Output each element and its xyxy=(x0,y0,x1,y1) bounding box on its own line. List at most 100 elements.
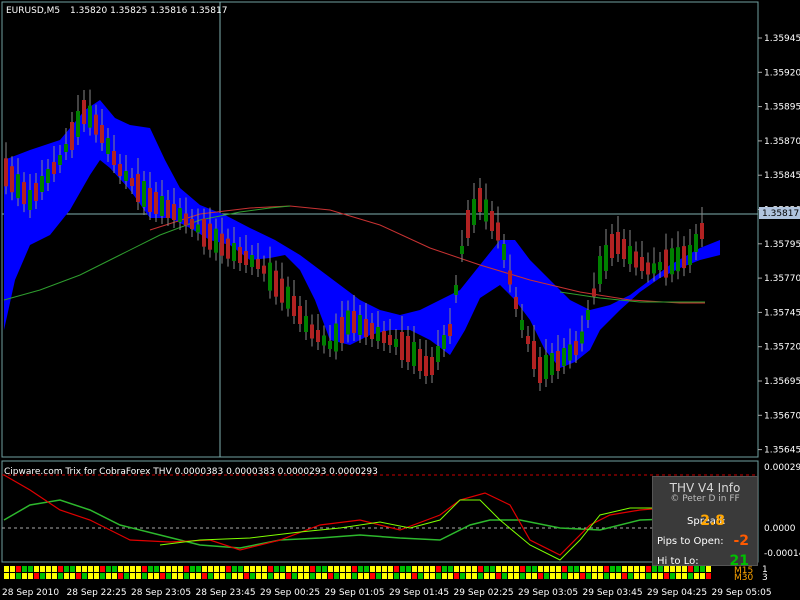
candle-body[interactable] xyxy=(418,349,422,371)
candle-body[interactable] xyxy=(118,164,122,176)
candle-body[interactable] xyxy=(514,297,518,309)
candle-body[interactable] xyxy=(10,166,14,193)
candle-body[interactable] xyxy=(394,339,398,347)
candle-body[interactable] xyxy=(676,247,680,272)
candle-body[interactable] xyxy=(250,255,254,267)
candle-body[interactable] xyxy=(436,346,440,362)
candle-body[interactable] xyxy=(460,246,464,254)
candle-body[interactable] xyxy=(202,218,206,247)
candle-body[interactable] xyxy=(508,270,512,285)
candle-body[interactable] xyxy=(274,270,278,297)
candle-body[interactable] xyxy=(478,188,482,212)
candle-body[interactable] xyxy=(76,111,80,137)
candle-body[interactable] xyxy=(640,257,644,271)
candle-body[interactable] xyxy=(142,181,146,207)
candle-body[interactable] xyxy=(160,196,164,216)
candle-body[interactable] xyxy=(466,210,470,238)
candle-body[interactable] xyxy=(124,171,128,181)
candle-body[interactable] xyxy=(688,245,692,265)
candle-body[interactable] xyxy=(178,208,182,222)
candle-body[interactable] xyxy=(670,248,674,275)
candle-body[interactable] xyxy=(646,262,650,275)
candle-body[interactable] xyxy=(556,351,560,371)
candle-body[interactable] xyxy=(238,247,242,263)
candle-body[interactable] xyxy=(616,232,620,254)
candle-body[interactable] xyxy=(286,286,290,309)
candle-body[interactable] xyxy=(388,335,392,345)
candle-body[interactable] xyxy=(454,285,458,295)
candle-body[interactable] xyxy=(334,323,338,352)
candle-body[interactable] xyxy=(424,356,428,376)
candle-body[interactable] xyxy=(40,176,44,192)
candle-body[interactable] xyxy=(544,355,548,379)
candle-body[interactable] xyxy=(328,341,332,349)
candle-body[interactable] xyxy=(364,319,368,337)
candle-body[interactable] xyxy=(592,288,596,297)
candle-body[interactable] xyxy=(94,114,98,135)
candle-body[interactable] xyxy=(358,315,362,335)
candle-body[interactable] xyxy=(484,199,488,222)
candle-body[interactable] xyxy=(352,311,356,333)
candle-body[interactable] xyxy=(70,122,74,150)
candle-body[interactable] xyxy=(310,324,314,339)
candle-body[interactable] xyxy=(46,169,50,183)
candle-body[interactable] xyxy=(526,336,530,344)
candle-body[interactable] xyxy=(304,316,308,332)
candle-body[interactable] xyxy=(244,251,248,265)
candle-body[interactable] xyxy=(520,320,524,330)
candle-body[interactable] xyxy=(172,204,176,220)
candle-body[interactable] xyxy=(448,324,452,336)
candle-body[interactable] xyxy=(52,162,56,174)
candle-body[interactable] xyxy=(406,336,410,362)
candle-body[interactable] xyxy=(28,190,32,210)
candle-body[interactable] xyxy=(442,335,446,349)
candle-body[interactable] xyxy=(190,219,194,229)
candle-body[interactable] xyxy=(184,213,188,226)
candle-body[interactable] xyxy=(604,245,608,271)
candle-body[interactable] xyxy=(226,238,230,259)
candle-body[interactable] xyxy=(412,342,416,366)
candle-body[interactable] xyxy=(550,353,554,375)
candle-body[interactable] xyxy=(562,348,566,366)
candle-body[interactable] xyxy=(112,151,116,165)
candle-body[interactable] xyxy=(574,341,578,355)
candle-body[interactable] xyxy=(58,155,62,165)
candle-body[interactable] xyxy=(196,224,200,233)
candle-body[interactable] xyxy=(400,332,404,360)
candle-body[interactable] xyxy=(322,335,326,346)
candle-body[interactable] xyxy=(694,234,698,252)
candle-body[interactable] xyxy=(634,251,638,268)
candle-body[interactable] xyxy=(292,296,296,316)
candle-body[interactable] xyxy=(268,262,272,291)
candle-body[interactable] xyxy=(16,174,20,199)
candle-body[interactable] xyxy=(490,211,494,231)
candle-body[interactable] xyxy=(4,158,8,187)
candle-body[interactable] xyxy=(382,331,386,343)
candle-body[interactable] xyxy=(370,323,374,339)
candle-body[interactable] xyxy=(598,256,602,284)
candle-body[interactable] xyxy=(568,344,572,361)
candle-body[interactable] xyxy=(340,317,344,343)
candle-body[interactable] xyxy=(154,192,158,214)
candle-body[interactable] xyxy=(280,278,284,303)
candle-body[interactable] xyxy=(88,105,92,128)
candle-body[interactable] xyxy=(106,138,110,154)
candle-body[interactable] xyxy=(628,246,632,264)
candle-body[interactable] xyxy=(658,262,662,270)
candle-body[interactable] xyxy=(664,249,668,278)
candle-body[interactable] xyxy=(610,234,614,258)
candle-body[interactable] xyxy=(346,310,350,335)
candle-body[interactable] xyxy=(262,265,266,274)
candle-body[interactable] xyxy=(700,223,704,239)
candle-body[interactable] xyxy=(220,233,224,256)
candle-body[interactable] xyxy=(472,199,476,225)
candle-body[interactable] xyxy=(232,243,236,261)
candle-body[interactable] xyxy=(256,259,260,269)
candle-body[interactable] xyxy=(496,222,500,241)
candle-body[interactable] xyxy=(64,144,68,152)
candle-body[interactable] xyxy=(298,306,302,324)
candle-body[interactable] xyxy=(136,174,140,202)
candle-body[interactable] xyxy=(148,188,152,212)
candle-body[interactable] xyxy=(34,183,38,201)
candle-body[interactable] xyxy=(208,223,212,250)
